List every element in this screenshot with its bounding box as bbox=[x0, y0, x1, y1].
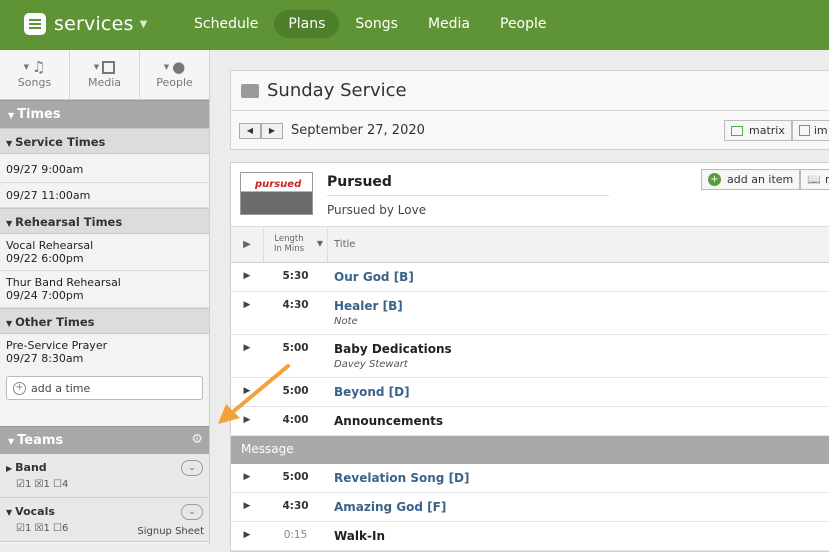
plan-panel: pursued Pursued Pursued by Love + add an … bbox=[230, 162, 829, 552]
plus-circle-icon: + bbox=[708, 173, 721, 186]
team-stats: ☑1 ☒1 ☐4 bbox=[16, 479, 69, 490]
gear-icon[interactable]: ⚙ bbox=[191, 432, 203, 447]
book-icon: 📖 bbox=[807, 173, 821, 186]
plan-item-row[interactable]: ▶ 4:00 Announcements bbox=[231, 407, 829, 436]
plan-item-row[interactable]: ▶ 4:30 Amazing God [F] bbox=[231, 493, 829, 522]
plan-item-row[interactable]: ▶ 4:30 Healer [B] Note bbox=[231, 292, 829, 335]
add-clock-icon: + bbox=[13, 381, 26, 395]
tab-people[interactable]: People bbox=[486, 10, 561, 38]
triangle-down-icon: ▼ bbox=[6, 139, 13, 148]
reorder-button[interactable]: 📖re bbox=[800, 169, 829, 190]
song-link[interactable]: Amazing God [F] bbox=[334, 500, 446, 514]
triangle-down-icon: ▼ bbox=[8, 437, 15, 446]
triangle-down-icon: ▼ bbox=[6, 508, 13, 517]
library-media-label: Media bbox=[87, 76, 122, 89]
main-nav: Schedule Plans Songs Media People bbox=[180, 10, 563, 38]
triangle-down-icon: ▼ bbox=[6, 319, 13, 328]
film-icon: ▼ bbox=[70, 58, 139, 76]
length-column-header[interactable]: Length In Mins ▼ bbox=[263, 226, 328, 263]
signup-sheet-link[interactable]: Signup Sheet bbox=[137, 526, 204, 537]
service-time[interactable]: 09/27 9:00am bbox=[0, 154, 209, 183]
next-plan-button[interactable]: ▶ bbox=[261, 122, 283, 139]
library-bar: ▼ ♫ Songs ▼ Media ▼ ● People bbox=[0, 50, 209, 100]
other-times-header[interactable]: ▼ Other Times bbox=[0, 308, 209, 334]
app-switcher[interactable]: services ▼ bbox=[24, 13, 147, 35]
services-logo-icon bbox=[24, 13, 46, 35]
expand-icon[interactable]: ▶ bbox=[231, 342, 263, 353]
song-link[interactable]: Beyond [D] bbox=[334, 385, 410, 399]
plan-title: Pursued bbox=[327, 174, 392, 190]
library-people-label: People bbox=[156, 76, 193, 89]
folder-icon bbox=[241, 83, 259, 98]
tab-media[interactable]: Media bbox=[414, 10, 484, 38]
times-header[interactable]: ▼ Times bbox=[0, 100, 209, 128]
import-button[interactable]: im bbox=[791, 120, 829, 141]
expand-icon[interactable]: ▶ bbox=[231, 270, 263, 281]
library-songs[interactable]: ▼ ♫ Songs bbox=[0, 50, 70, 99]
library-media[interactable]: ▼ Media bbox=[70, 50, 140, 99]
triangle-down-icon: ▼ bbox=[8, 111, 15, 120]
plan-item-row[interactable]: ▶ 0:15 Walk-In bbox=[231, 522, 829, 551]
service-times-header[interactable]: ▼ Service Times bbox=[0, 128, 209, 154]
plan-date: September 27, 2020 bbox=[291, 123, 425, 138]
music-note-icon: ▼ ♫ bbox=[23, 58, 46, 76]
other-time[interactable]: Pre-Service Prayer 09/27 8:30am bbox=[0, 334, 209, 370]
plan-item-row[interactable]: ▶ 5:00 Baby Dedications Davey Stewart bbox=[231, 335, 829, 378]
expand-icon[interactable]: ▶ bbox=[231, 471, 263, 482]
tab-schedule[interactable]: Schedule bbox=[180, 10, 272, 38]
rehearsal-time[interactable]: Vocal Rehearsal 09/22 6:00pm bbox=[0, 234, 209, 271]
plan-item-row[interactable]: ▶ 5:30 Our God [B] bbox=[231, 263, 829, 292]
matrix-button[interactable]: matrix bbox=[724, 120, 792, 141]
tab-songs[interactable]: Songs bbox=[341, 10, 412, 38]
chevron-down-icon[interactable]: ⌄ bbox=[181, 504, 203, 520]
add-time-button[interactable]: + add a time bbox=[6, 376, 203, 400]
app-name: services bbox=[54, 13, 134, 35]
rehearsal-time[interactable]: Thur Band Rehearsal 09/24 7:00pm bbox=[0, 271, 209, 308]
expand-all-icon[interactable]: ▶ bbox=[231, 239, 263, 250]
plan-header: Sunday Service ◀ ▶ September 27, 2020 ma… bbox=[230, 70, 829, 150]
plan-subtitle: Pursued by Love bbox=[327, 203, 427, 217]
rehearsal-times-header[interactable]: ▼ Rehearsal Times bbox=[0, 208, 209, 234]
chevron-down-icon: ▼ bbox=[139, 18, 148, 30]
import-icon bbox=[798, 125, 810, 136]
song-link[interactable]: Revelation Song [D] bbox=[334, 471, 470, 485]
column-header: ▶ Length In Mins ▼ Title bbox=[231, 226, 829, 263]
triangle-right-icon: ▶ bbox=[6, 464, 13, 473]
plan-item-row[interactable]: ▶ 5:00 Beyond [D] bbox=[231, 378, 829, 407]
sort-down-icon: ▼ bbox=[316, 238, 323, 248]
page-title: Sunday Service bbox=[267, 80, 407, 101]
series-artwork: pursued bbox=[240, 172, 313, 215]
library-people[interactable]: ▼ ● People bbox=[140, 50, 209, 99]
team-vocals[interactable]: ▼ Vocals ☑1 ☒1 ☐6 ⌄ Signup Sheet bbox=[0, 498, 209, 542]
main-panel: Sunday Service ◀ ▶ September 27, 2020 ma… bbox=[230, 70, 829, 552]
grid-icon bbox=[731, 125, 743, 136]
annotation-arrow bbox=[218, 364, 290, 424]
top-bar: services ▼ Schedule Plans Songs Media Pe… bbox=[0, 0, 829, 50]
prev-plan-button[interactable]: ◀ bbox=[239, 122, 261, 139]
song-link[interactable]: Healer [B] bbox=[334, 299, 403, 313]
person-icon: ▼ ● bbox=[163, 58, 186, 76]
expand-icon[interactable]: ▶ bbox=[231, 529, 263, 540]
teams-header[interactable]: ▼ Teams ⚙ bbox=[0, 426, 209, 454]
triangle-down-icon: ▼ bbox=[6, 219, 13, 228]
chevron-down-icon[interactable]: ⌄ bbox=[181, 460, 203, 476]
expand-icon[interactable]: ▶ bbox=[231, 500, 263, 511]
expand-icon[interactable]: ▶ bbox=[231, 299, 263, 310]
team-band[interactable]: ▶ Band ☑1 ☒1 ☐4 ⌄ bbox=[0, 454, 209, 498]
tab-plans[interactable]: Plans bbox=[274, 10, 340, 38]
song-link[interactable]: Our God [B] bbox=[334, 270, 414, 284]
library-songs-label: Songs bbox=[17, 76, 52, 89]
plan-section-header[interactable]: Message bbox=[231, 436, 829, 464]
service-time[interactable]: 09/27 11:00am bbox=[0, 183, 209, 208]
title-column-header: Title bbox=[334, 239, 356, 250]
add-item-button[interactable]: + add an item bbox=[701, 169, 801, 190]
plan-item-row[interactable]: ▶ 5:00 Revelation Song [D] bbox=[231, 464, 829, 493]
sidebar: ▼ ♫ Songs ▼ Media ▼ ● People ▼ Times ▼ Servi… bbox=[0, 50, 210, 544]
